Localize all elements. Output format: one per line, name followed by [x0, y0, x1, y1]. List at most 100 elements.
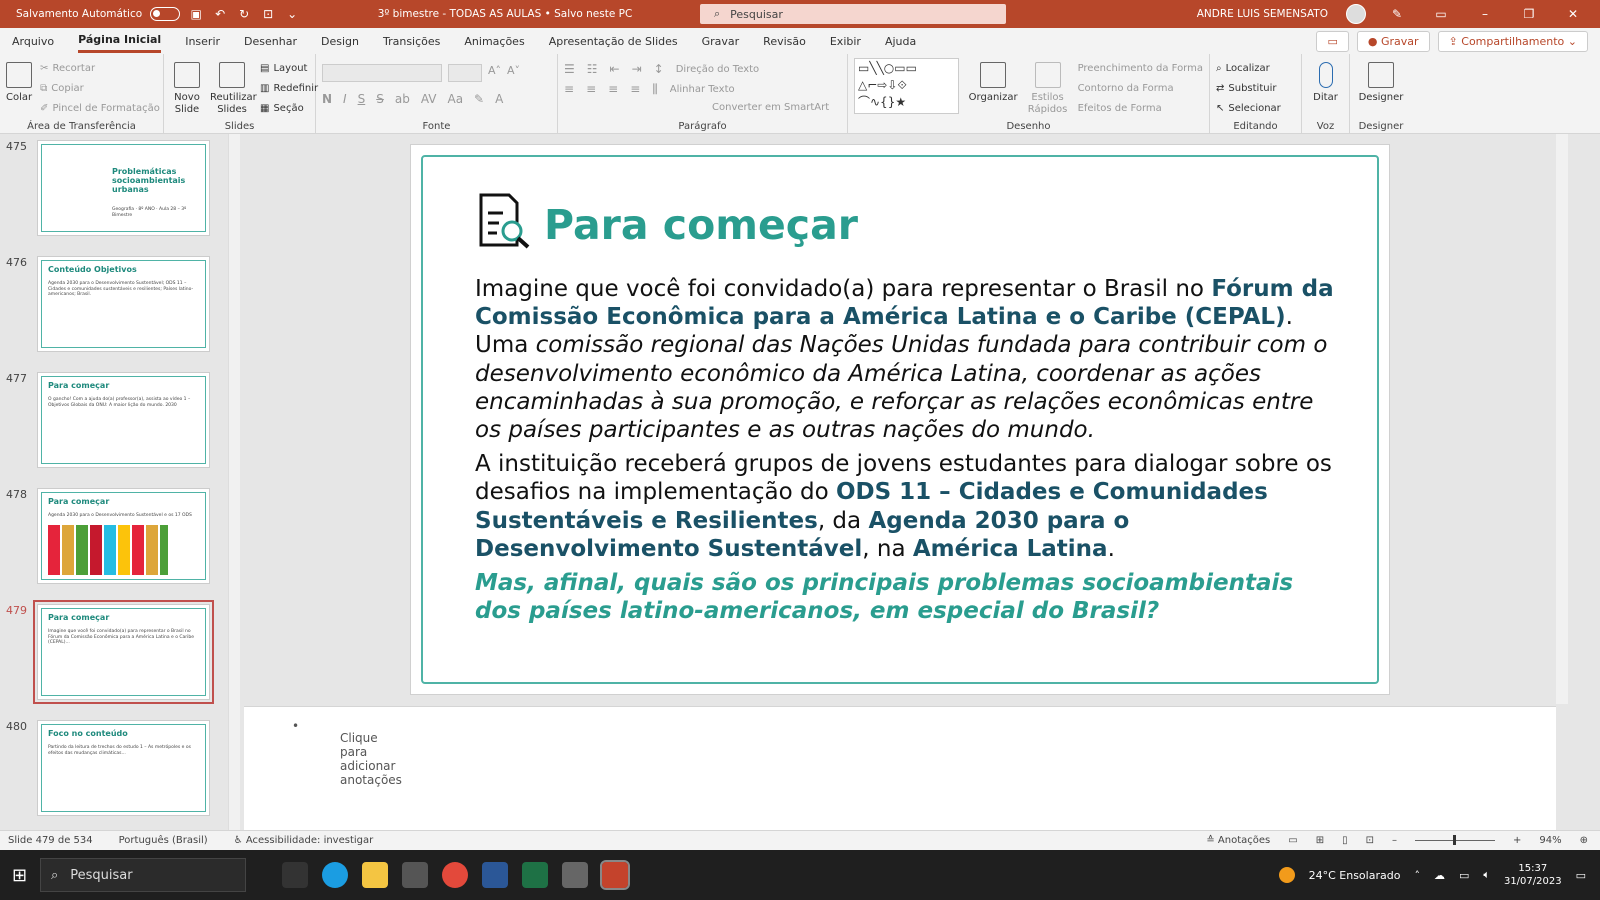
slide-thumbnail[interactable]: Foco no conteúdo Partindo da leitura de t… — [37, 720, 210, 816]
word-icon[interactable] — [482, 862, 508, 888]
tab-ajuda[interactable]: Ajuda — [885, 31, 916, 52]
pen-icon[interactable]: ✎ — [1384, 7, 1410, 21]
notifications-icon[interactable]: ▭ — [1576, 869, 1586, 882]
slide-scrollbar[interactable] — [1556, 134, 1568, 704]
slide-thumbnail-selected[interactable]: Para começar Imagine que você foi convida… — [33, 600, 214, 704]
underline-icon[interactable]: S — [358, 92, 366, 106]
ribbon-display-icon[interactable]: ▭ — [1428, 7, 1454, 21]
network-icon[interactable]: ▭ — [1459, 869, 1469, 882]
notes-pane[interactable]: • Clique para adicionar anotações — [244, 706, 1556, 830]
avatar[interactable] — [1346, 4, 1366, 24]
shape-effects-button[interactable]: Efeitos de Forma — [1078, 98, 1203, 118]
align-right-icon[interactable]: ≡ — [608, 82, 618, 97]
strikethrough-icon[interactable]: S — [376, 92, 384, 106]
numbering-icon[interactable]: ☷ — [587, 62, 598, 76]
task-view-icon[interactable] — [282, 862, 308, 888]
cut-button[interactable]: ✂ Recortar — [40, 58, 160, 78]
reading-view-icon[interactable]: ▯ — [1342, 835, 1348, 846]
font-color-icon[interactable]: A — [495, 92, 503, 106]
normal-view-icon[interactable]: ▭ — [1288, 835, 1297, 846]
comments-button[interactable]: ▭ — [1316, 30, 1349, 52]
tab-exibir[interactable]: Exibir — [830, 31, 861, 52]
change-case-icon[interactable]: Aa — [447, 92, 463, 106]
document-title[interactable]: 3º bimestre - TODAS AS AULAS • Salvo nes… — [360, 8, 650, 20]
zoom-slider[interactable] — [1414, 835, 1495, 845]
paste-button[interactable]: Colar — [6, 58, 32, 118]
increase-indent-icon[interactable]: ⇥ — [632, 62, 642, 76]
present-icon[interactable]: ⊡ — [260, 6, 276, 22]
user-name[interactable]: ANDRE LUIS SEMENSATO — [1197, 8, 1328, 20]
customize-qat-icon[interactable]: ⌄ — [284, 6, 300, 22]
quick-styles-button[interactable]: Estilos Rápidos — [1028, 58, 1068, 118]
slide-canvas[interactable]: Para começar Imagine que você foi convid… — [410, 144, 1390, 695]
weather-label[interactable]: 24°C Ensolarado — [1309, 869, 1401, 882]
justify-icon[interactable]: ≡ — [630, 82, 640, 97]
zoom-level[interactable]: 94% — [1539, 835, 1561, 846]
close-icon[interactable]: ✕ — [1560, 7, 1586, 21]
decrease-indent-icon[interactable]: ⇤ — [610, 62, 620, 76]
share-button[interactable]: ⇪ Compartilhamento ⌄ — [1437, 30, 1588, 52]
zoom-out-icon[interactable]: – — [1392, 835, 1397, 846]
powerpoint-icon[interactable] — [600, 860, 630, 890]
layout-button[interactable]: ▤ Layout — [260, 58, 318, 78]
font-name-input[interactable] — [322, 64, 442, 82]
tab-gravar[interactable]: Gravar — [702, 31, 740, 52]
replace-button[interactable]: ⇄ Substituir — [1216, 78, 1295, 98]
smartart-button[interactable]: Converter em SmartArt — [712, 97, 841, 117]
highlight-icon[interactable]: ✎ — [474, 92, 484, 106]
fit-slide-icon[interactable]: ⊕ — [1580, 835, 1588, 846]
notes-button[interactable]: ≙ Anotações — [1206, 835, 1270, 846]
slide-body-text[interactable]: Imagine que você foi convidado(a) para r… — [475, 275, 1345, 631]
columns-icon[interactable]: ⫼ — [652, 82, 658, 97]
store-icon[interactable] — [402, 862, 428, 888]
shape-fill-button[interactable]: Preenchimento da Forma — [1078, 58, 1203, 78]
reuse-slides-button[interactable]: Reutilizar Slides — [210, 58, 257, 118]
slide-title[interactable]: Para começar — [544, 201, 858, 249]
shrink-font-icon[interactable]: A˅ — [507, 64, 520, 82]
minimize-icon[interactable]: – — [1472, 7, 1498, 21]
weather-icon[interactable] — [1278, 867, 1295, 883]
save-icon[interactable]: ▣ — [188, 6, 204, 22]
strike-ab-icon[interactable]: ab — [395, 92, 410, 106]
restore-icon[interactable]: ❐ — [1516, 7, 1542, 21]
bold-icon[interactable]: N — [322, 92, 332, 106]
excel-icon[interactable] — [522, 862, 548, 888]
chevron-up-icon[interactable]: ˄ — [1414, 869, 1420, 882]
align-left-icon[interactable]: ≡ — [564, 82, 574, 97]
slide-thumbnail[interactable]: Para começar Agenda 2030 para o Desenvolv… — [37, 488, 210, 584]
volume-icon[interactable]: 🔈︎ — [1483, 868, 1490, 882]
italic-icon[interactable]: I — [343, 92, 347, 106]
align-center-icon[interactable]: ≡ — [586, 82, 596, 97]
tab-transicoes[interactable]: Transições — [383, 31, 440, 52]
select-button[interactable]: ↖ Selecionar — [1216, 98, 1295, 118]
text-direction-button[interactable]: Direção do Texto — [676, 62, 759, 76]
onedrive-icon[interactable]: ☁ — [1434, 869, 1445, 882]
autosave-toggle[interactable] — [150, 7, 181, 21]
record-button[interactable]: ● Gravar — [1356, 30, 1430, 52]
dictate-button[interactable]: Ditar — [1308, 58, 1343, 104]
char-spacing-icon[interactable]: AV — [421, 92, 437, 106]
accessibility-status[interactable]: ♿ Acessibilidade: investigar — [234, 835, 374, 846]
tab-revisao[interactable]: Revisão — [763, 31, 806, 52]
find-button[interactable]: ⌕ Localizar — [1216, 58, 1295, 78]
tab-design[interactable]: Design — [321, 31, 359, 52]
edge-icon[interactable] — [322, 862, 348, 888]
tab-apresentacao[interactable]: Apresentação de Slides — [549, 31, 678, 52]
align-text-button[interactable]: Alinhar Texto — [670, 82, 735, 96]
tab-inserir[interactable]: Inserir — [185, 31, 220, 52]
new-slide-button[interactable]: Novo Slide — [170, 58, 204, 118]
format-painter-button[interactable]: ✐ Pincel de Formatação — [40, 98, 160, 118]
copy-button[interactable]: ⧉ Copiar — [40, 78, 160, 98]
taskbar-search[interactable]: ⌕ Pesquisar — [40, 858, 246, 892]
tab-pagina-inicial[interactable]: Página Inicial — [78, 29, 162, 53]
slide-thumbnail[interactable]: Problemáticas socioambientais urbanas Geo… — [37, 140, 210, 236]
slideshow-icon[interactable]: ⊡ — [1366, 835, 1374, 846]
slide-thumbnail[interactable]: Conteúdo Objetivos Agenda 2030 para o Des… — [37, 256, 210, 352]
tab-desenhar[interactable]: Desenhar — [244, 31, 297, 52]
slide-thumbnail[interactable]: Para começar O gancho! Com a ajuda do(a) … — [37, 372, 210, 468]
settings-icon[interactable] — [562, 862, 588, 888]
zoom-thumb[interactable] — [1452, 835, 1456, 845]
designer-button[interactable]: Designer — [1356, 58, 1406, 104]
font-size-input[interactable] — [448, 64, 482, 82]
windows-start-icon[interactable]: ⊞ — [12, 865, 27, 886]
